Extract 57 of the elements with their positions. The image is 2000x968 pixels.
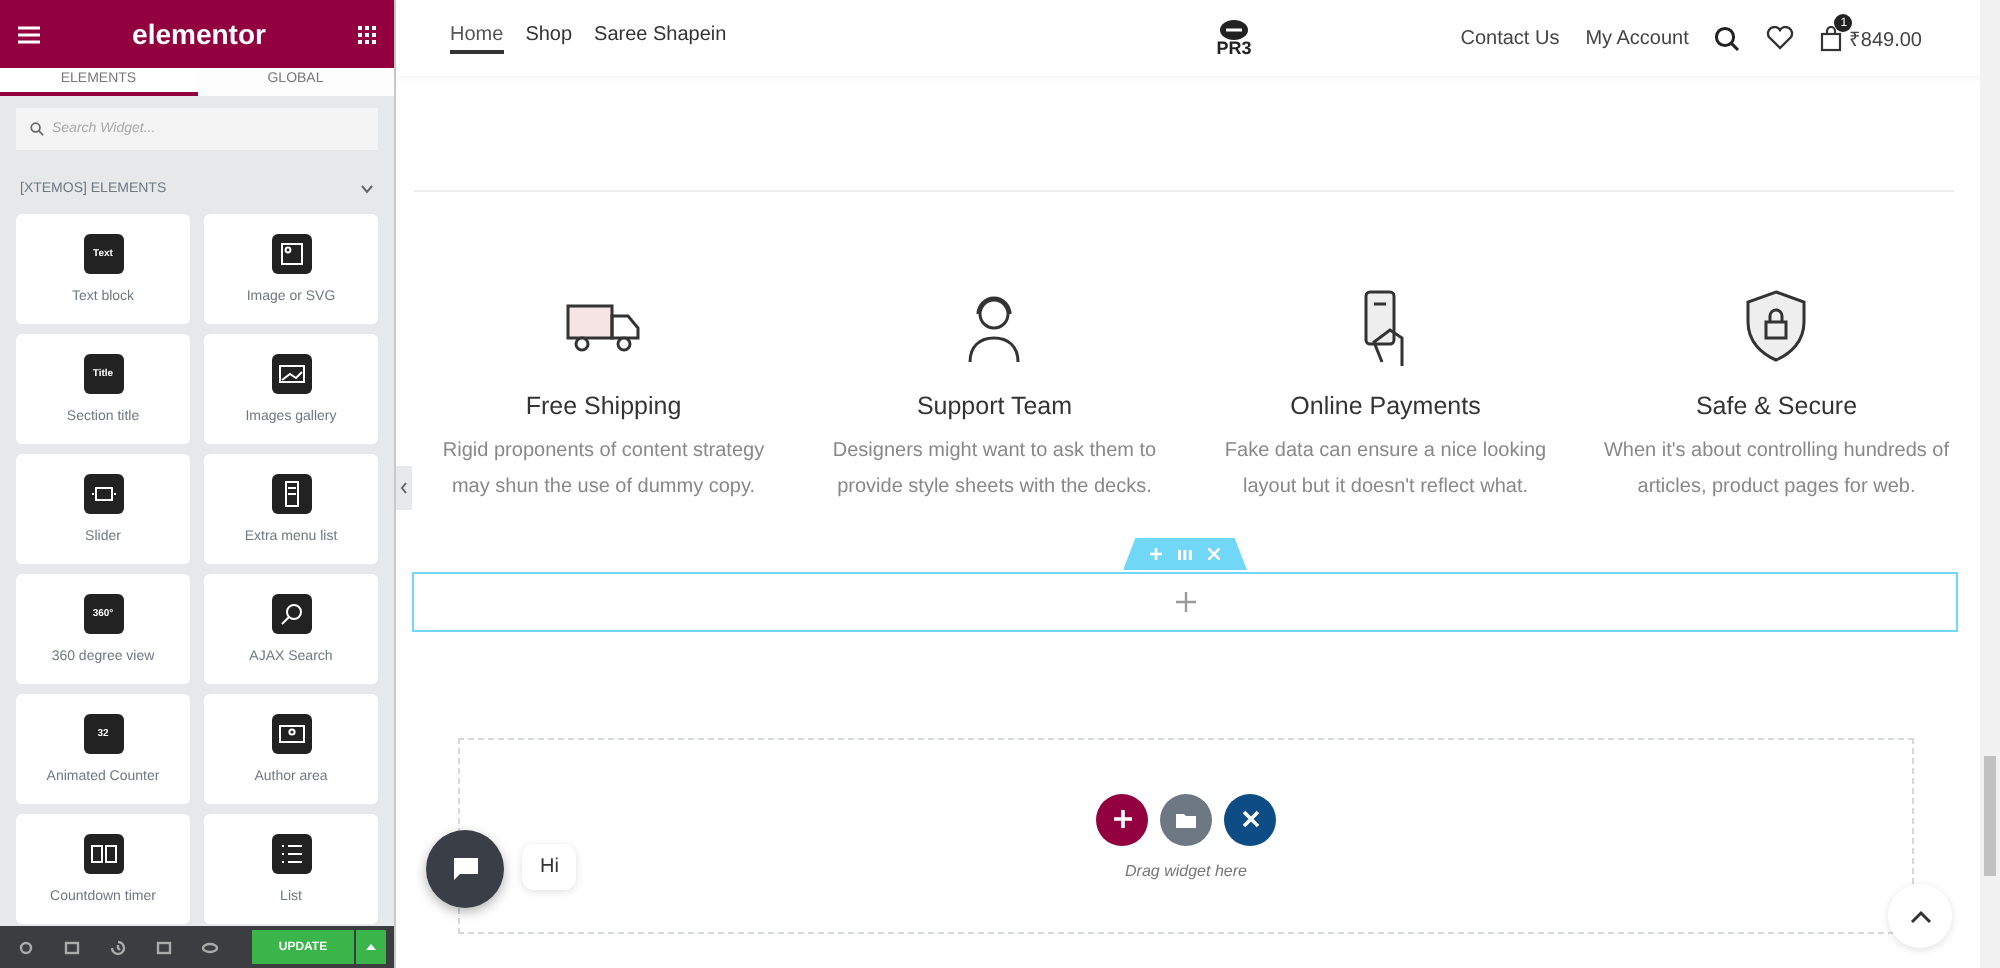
widget-icon <box>271 354 311 394</box>
feature-title: Safe & Secure <box>1695 392 1858 420</box>
brand-logo: elementor <box>132 18 266 50</box>
logo-text: PR3 <box>1216 39 1252 57</box>
settings-icon[interactable] <box>18 939 34 955</box>
shopping-bag-icon[interactable] <box>1820 25 1843 51</box>
scrollbar-track[interactable] <box>1980 0 2000 968</box>
layers-icon[interactable] <box>64 939 80 955</box>
cart-total[interactable]: ₹849.00 <box>1848 24 1922 52</box>
drop-hint: Drag widget here <box>1125 861 1247 879</box>
chevron-up-icon <box>1909 909 1931 923</box>
plus-icon <box>1113 810 1131 828</box>
add-icon[interactable] <box>1175 592 1195 612</box>
nav-link[interactable]: Home <box>450 23 504 53</box>
widget-icon <box>271 234 311 274</box>
chat-button[interactable] <box>426 830 504 908</box>
search-icon[interactable] <box>1714 25 1741 51</box>
heart-icon[interactable] <box>1766 26 1795 50</box>
search-icon <box>30 122 44 136</box>
nav-link[interactable]: My Account <box>1585 27 1689 49</box>
history-icon[interactable] <box>110 939 126 955</box>
widget-icon <box>271 714 311 754</box>
feature-description: Designers might want to ask them to provide style sheets with the decks. <box>830 438 1159 502</box>
feature-description: Rigid proponents of content strategy may shun the use of dummy copy. <box>440 438 767 502</box>
chat-greeting: Hi <box>522 844 577 890</box>
eye-icon[interactable] <box>202 939 218 955</box>
widget-icon <box>83 474 123 514</box>
folder-icon <box>1176 811 1196 827</box>
widget-icon <box>271 474 311 514</box>
widget-icon <box>271 834 311 874</box>
scroll-top-button[interactable] <box>1888 884 1952 948</box>
menu-icon[interactable] <box>18 25 40 43</box>
template-library-button[interactable] <box>1160 793 1212 845</box>
collapse-tab[interactable] <box>396 466 412 510</box>
feature-title: Support Team <box>916 392 1073 420</box>
xtemos-button[interactable] <box>1224 793 1276 845</box>
section-handle[interactable] <box>1123 538 1247 570</box>
chevron-left-icon <box>400 482 408 494</box>
responsive-icon[interactable] <box>156 939 172 955</box>
add-section-button[interactable] <box>1096 793 1148 845</box>
chat-icon <box>451 856 479 882</box>
apps-grid-icon[interactable] <box>357 25 376 43</box>
widget-icon <box>83 834 123 874</box>
widget-icon <box>271 594 311 634</box>
scrollbar-thumb[interactable] <box>1984 756 1996 876</box>
feature-description: Fake data can ensure a nice looking layout but it doesn't reflect what. <box>1222 438 1549 502</box>
nav-link[interactable]: Saree Shapein <box>594 23 727 53</box>
cross-icon <box>1241 810 1259 828</box>
feature-description: When it's about controlling hundreds of articles, product pages for web. <box>1601 438 1952 502</box>
feature-title: Online Payments <box>1290 392 1481 420</box>
update-options-button[interactable] <box>356 930 386 964</box>
logo-icon <box>1220 19 1248 39</box>
chevron-icon[interactable] <box>360 184 374 194</box>
caret-icon <box>366 944 376 950</box>
feature-title: Free Shipping <box>525 392 682 420</box>
nav-link[interactable]: Contact Us <box>1460 27 1560 49</box>
nav-link[interactable]: Shop <box>525 23 573 53</box>
